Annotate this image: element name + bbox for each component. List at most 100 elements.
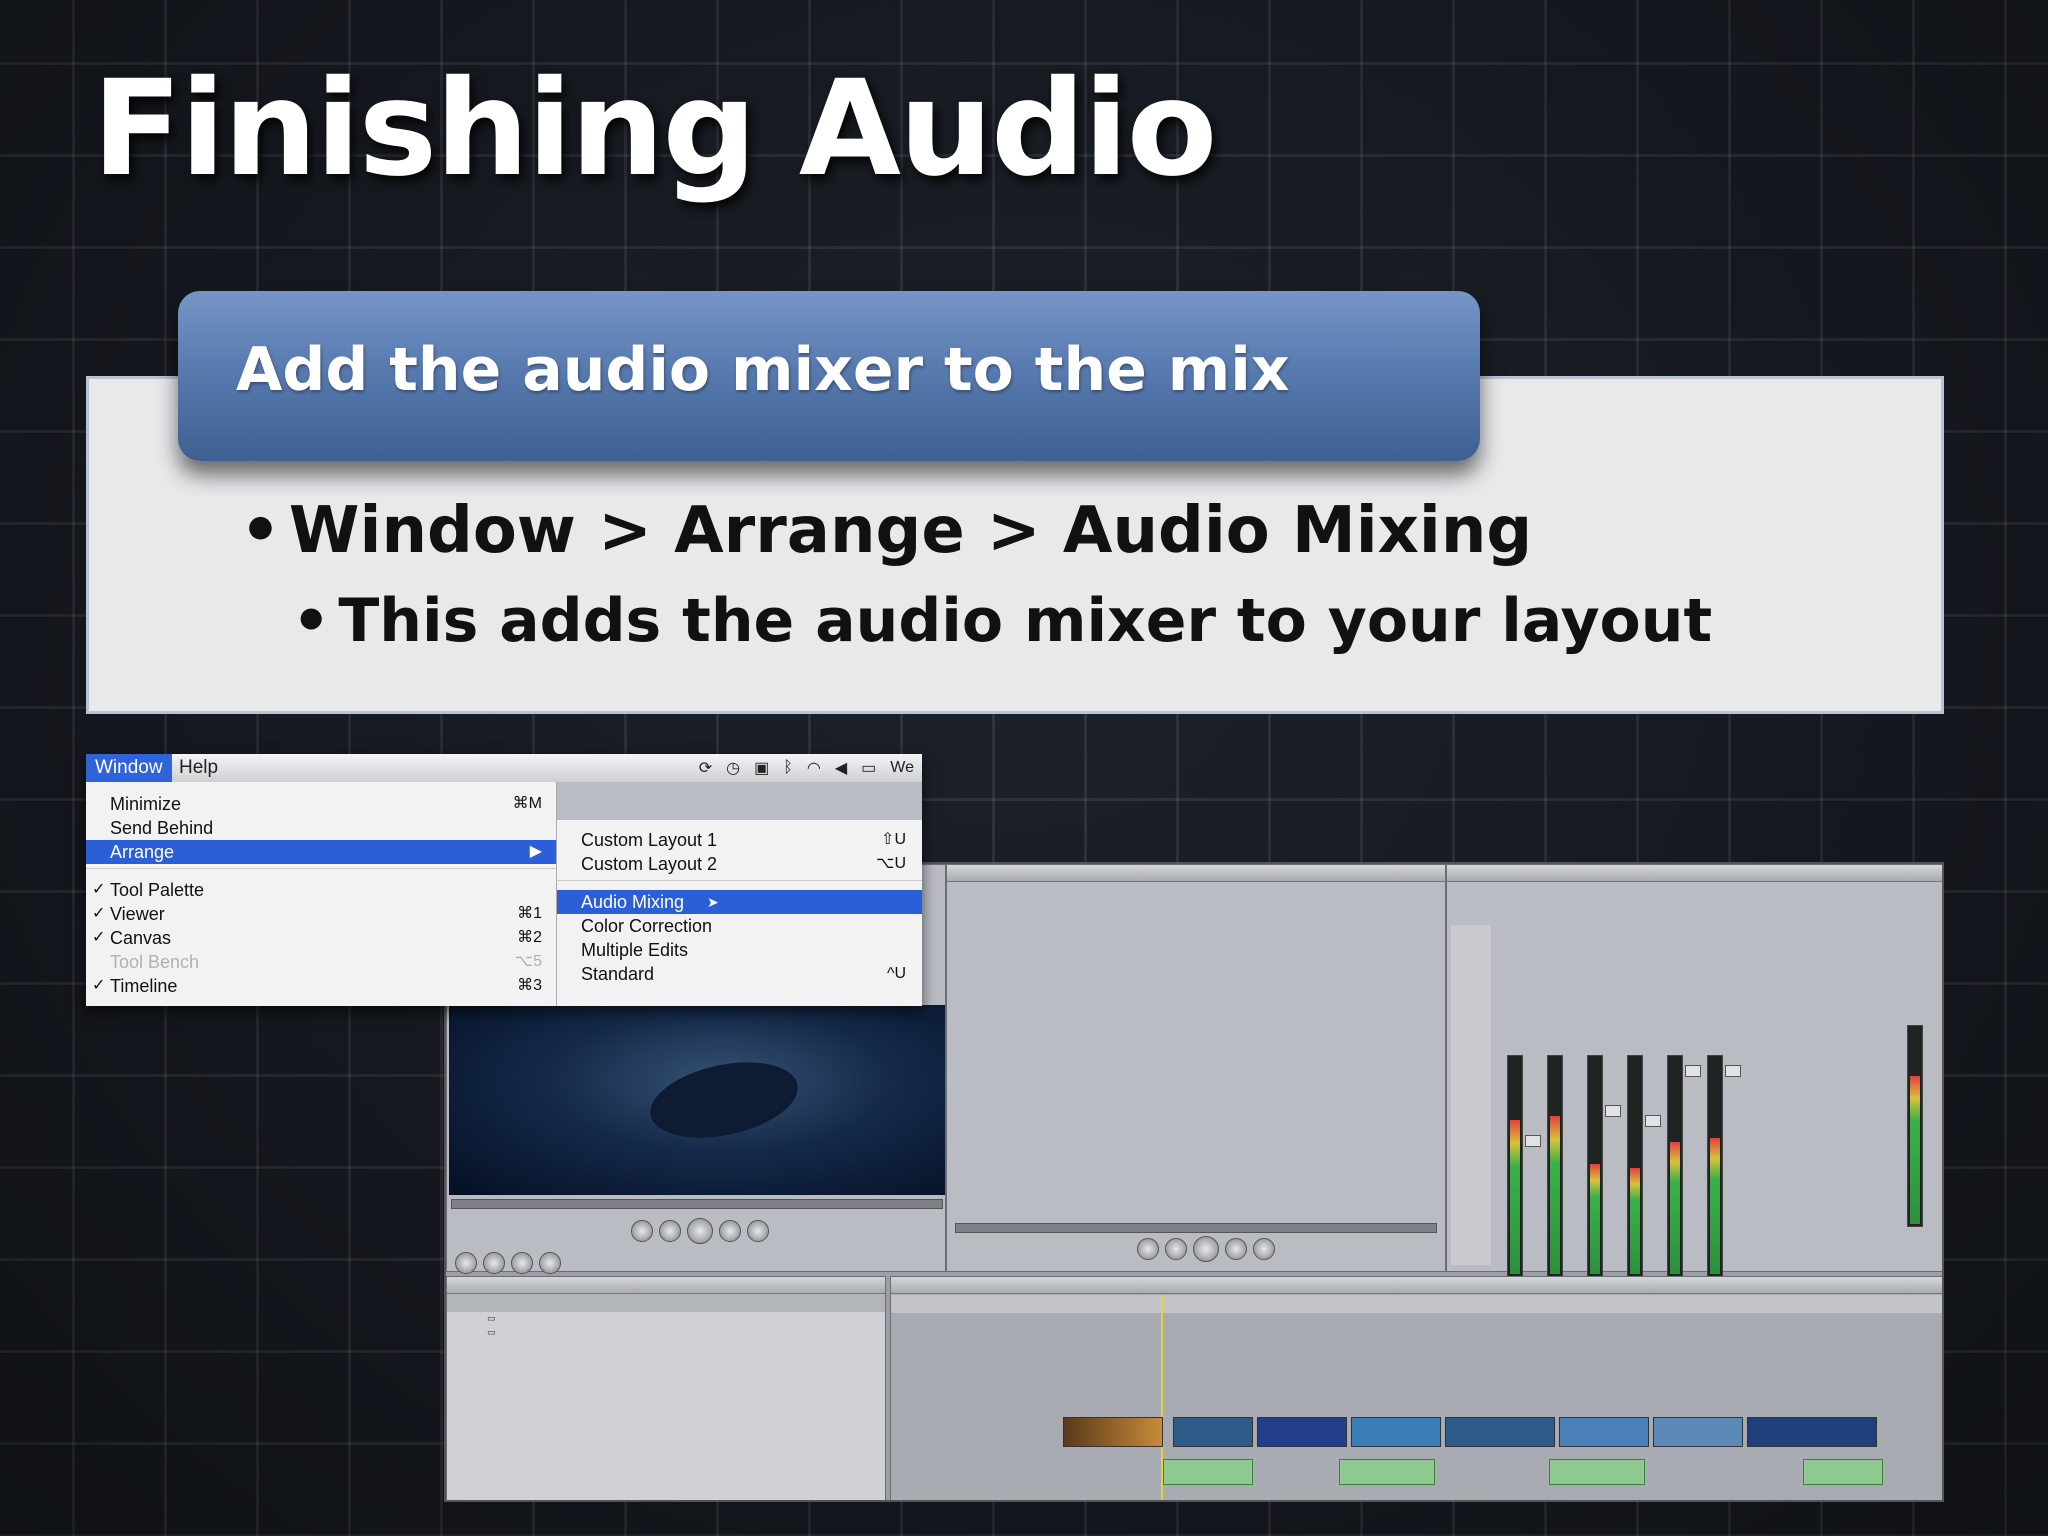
rewind-button[interactable] <box>631 1220 653 1242</box>
section-header: Add the audio mixer to the mix <box>178 291 1480 461</box>
check-icon: ✓ <box>92 929 106 946</box>
menubar-window[interactable]: Window <box>86 754 172 782</box>
canvas-window <box>946 864 1887 1272</box>
timeline-clip[interactable] <box>1747 1417 1877 1447</box>
browser-titlebar <box>447 1277 885 1294</box>
submenu-item-custom-layout-1[interactable]: Custom Layout 1 ⇧U <box>557 828 922 852</box>
check-icon: ✓ <box>92 881 106 898</box>
mark-in-button[interactable] <box>455 1252 477 1274</box>
arrange-submenu: Custom Layout 1 ⇧U Custom Layout 2 ⌥U Audi… <box>556 820 922 1006</box>
viewer-edit-buttons <box>455 1251 561 1275</box>
timeline-ruler <box>891 1295 1942 1313</box>
menu-item-minimize[interactable]: Minimize ⌘M <box>86 792 556 816</box>
sync-icon[interactable]: ⟳ <box>699 758 712 778</box>
timeline-clip[interactable] <box>1351 1417 1441 1447</box>
viewer-scrubber[interactable] <box>451 1199 943 1209</box>
audio-clip[interactable] <box>1163 1459 1253 1485</box>
play-button[interactable] <box>687 1218 713 1244</box>
section-header-text: Add the audio mixer to the mix <box>236 335 1290 405</box>
fader-a1[interactable] <box>1525 1135 1541 1147</box>
mark-clip-button[interactable] <box>511 1252 533 1274</box>
step-forward-button[interactable] <box>1225 1238 1247 1260</box>
menu-separator <box>86 868 556 869</box>
submenu-item-color-correction[interactable]: Color Correction <box>557 914 922 938</box>
add-marker-button[interactable] <box>539 1252 561 1274</box>
browser-tabs <box>447 1294 885 1312</box>
timeline-clip[interactable] <box>1257 1417 1347 1447</box>
fader-a4[interactable] <box>1645 1115 1661 1127</box>
menu-separator <box>557 880 922 881</box>
canvas-scrubber[interactable] <box>955 1223 1437 1233</box>
timeline-clip[interactable] <box>1559 1417 1649 1447</box>
browser-row[interactable]: ▭ <box>447 1326 885 1340</box>
master-meter <box>1907 1025 1923 1227</box>
mark-out-button[interactable] <box>483 1252 505 1274</box>
audio-clip[interactable] <box>1549 1459 1645 1485</box>
audio-clip[interactable] <box>1803 1459 1883 1485</box>
step-back-button[interactable] <box>659 1220 681 1242</box>
menu-item-canvas[interactable]: ✓ Canvas ⌘2 <box>86 926 556 950</box>
browser-window: ▭ ▭ <box>446 1276 886 1500</box>
step-back-button[interactable] <box>1165 1238 1187 1260</box>
timeline-clip[interactable] <box>1173 1417 1253 1447</box>
level-meter-a2 <box>1547 1055 1563 1277</box>
menu-item-viewer[interactable]: ✓ Viewer ⌘1 <box>86 902 556 926</box>
cursor-icon: ➤ <box>707 894 719 910</box>
audio-mixer-window <box>1446 864 1942 1277</box>
fader-a5[interactable] <box>1685 1065 1701 1077</box>
sub-bullet-item: • This adds the audio mixer to your layou… <box>292 586 1712 656</box>
wifi-icon[interactable]: ◠ <box>807 758 821 778</box>
forward-button[interactable] <box>1253 1238 1275 1260</box>
battery-icon[interactable]: ▭ <box>861 758 876 778</box>
submenu-item-multiple-edits[interactable]: Multiple Edits <box>557 938 922 962</box>
forward-button[interactable] <box>747 1220 769 1242</box>
level-meter-a3 <box>1587 1055 1603 1277</box>
clock-icon[interactable]: ◷ <box>726 758 740 778</box>
level-meter-a6 <box>1707 1055 1723 1277</box>
timeline-window <box>890 1276 1942 1500</box>
canvas-titlebar <box>947 865 1445 882</box>
menu-item-tool-palette[interactable]: ✓ Tool Palette <box>86 878 556 902</box>
volume-icon[interactable]: ◀ <box>835 758 847 778</box>
fader-a3[interactable] <box>1605 1105 1621 1117</box>
fader-a6[interactable] <box>1725 1065 1741 1077</box>
submenu-item-audio-mixing[interactable]: Audio Mixing ➤ <box>557 890 922 914</box>
slide-title: Finishing Audio <box>92 52 1217 206</box>
mac-menubar: Window Help ⟳ ◷ ▣ ᛒ ◠ ◀ ▭ We <box>86 754 922 783</box>
mixer-track-list <box>1451 925 1491 1265</box>
display-icon[interactable]: ▣ <box>754 758 769 778</box>
menubar-right-text: We <box>890 759 914 776</box>
timeline-clip[interactable] <box>1653 1417 1743 1447</box>
menu-item-tool-bench: Tool Bench ⌥5 <box>110 952 542 972</box>
audio-clip[interactable] <box>1339 1459 1435 1485</box>
timeline-clip[interactable] <box>1063 1417 1163 1447</box>
bullet-glyph: • <box>292 586 331 656</box>
level-meter-a4 <box>1627 1055 1643 1277</box>
bullet-text: This adds the audio mixer to your layout <box>338 586 1713 656</box>
window-menu-screenshot: Window Help ⟳ ◷ ▣ ᛒ ◠ ◀ ▭ We Minimize ⌘M … <box>86 754 922 1006</box>
level-meter-a1 <box>1507 1055 1523 1277</box>
check-icon: ✓ <box>92 905 106 922</box>
rewind-button[interactable] <box>1137 1238 1159 1260</box>
canvas-transport <box>1137 1236 1275 1262</box>
viewer-transport <box>631 1218 769 1244</box>
timeline-clip[interactable] <box>1445 1417 1555 1447</box>
whale-shape <box>643 1050 805 1150</box>
menu-item-send-behind[interactable]: Send Behind <box>86 816 556 840</box>
window-menu: Minimize ⌘M Send Behind Arrange ▶ ✓ Tool Pa… <box>86 782 557 1006</box>
bullet-glyph: • <box>240 494 281 568</box>
submenu-item-standard[interactable]: Standard ^U <box>557 962 922 986</box>
level-meter-a5 <box>1667 1055 1683 1277</box>
menu-item-timeline[interactable]: ✓ Timeline ⌘3 <box>86 974 556 998</box>
play-button[interactable] <box>1193 1236 1219 1262</box>
timeline-titlebar <box>891 1277 1942 1294</box>
submenu-item-custom-layout-2[interactable]: Custom Layout 2 ⌥U <box>557 852 922 876</box>
bullet-text: Window > Arrange > Audio Mixing <box>288 494 1533 568</box>
step-forward-button[interactable] <box>719 1220 741 1242</box>
menubar-help[interactable]: Help <box>170 754 227 782</box>
menu-item-arrange[interactable]: Arrange ▶ <box>86 840 556 864</box>
menubar-status-icons: ⟳ ◷ ▣ ᛒ ◠ ◀ ▭ We <box>699 758 914 778</box>
submenu-arrow-icon: ▶ <box>529 843 542 860</box>
bluetooth-icon[interactable]: ᛒ <box>783 759 793 777</box>
browser-row[interactable]: ▭ <box>447 1312 885 1326</box>
